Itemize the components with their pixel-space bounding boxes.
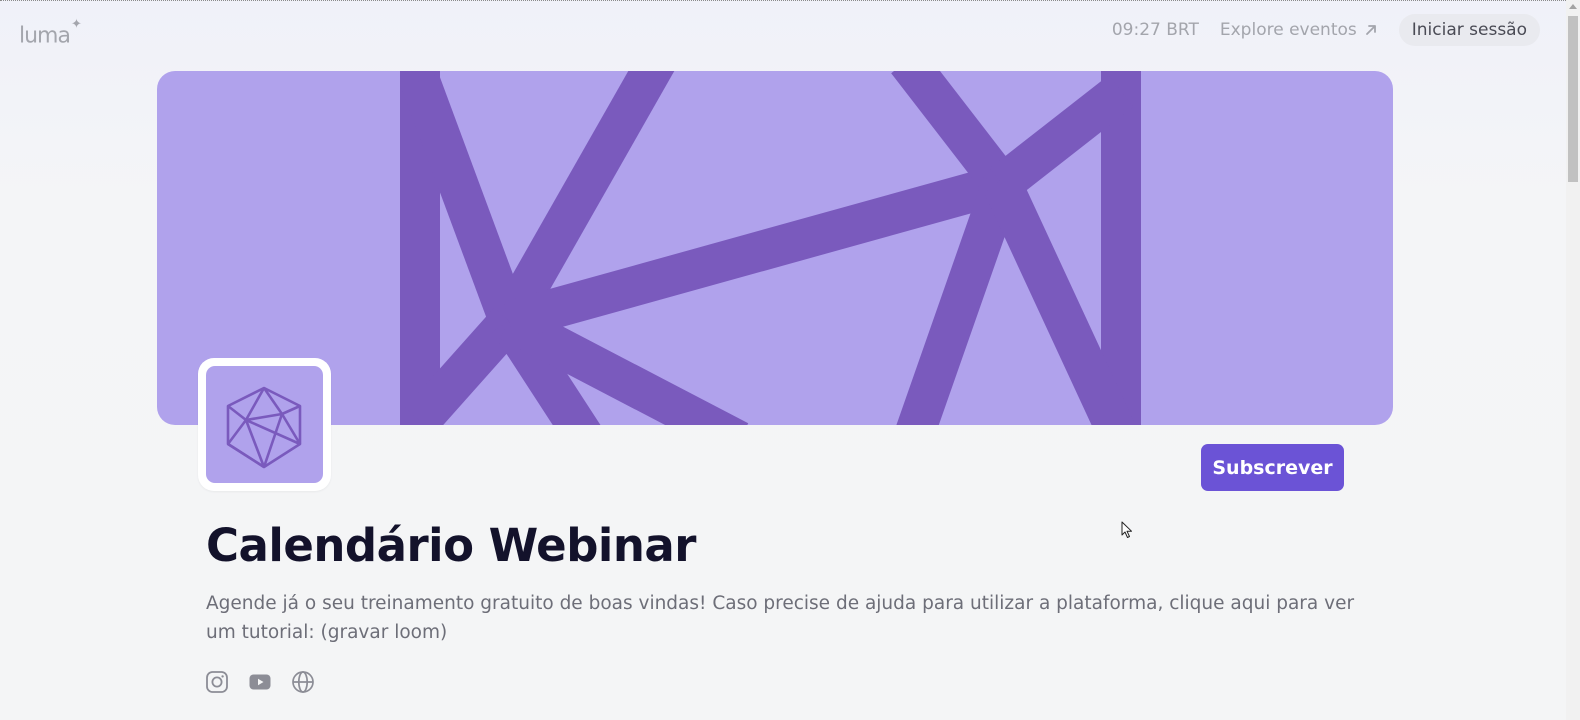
calendar-title: Calendário Webinar	[206, 519, 696, 572]
subscribe-button[interactable]: Subscrever	[1201, 444, 1344, 491]
icosahedron-icon	[226, 386, 302, 469]
cover-banner	[157, 71, 1393, 425]
explore-events-link[interactable]: Explore eventos	[1220, 20, 1377, 40]
youtube-icon[interactable]	[248, 670, 272, 694]
globe-icon[interactable]	[291, 670, 315, 694]
geometric-pattern	[400, 71, 1141, 425]
current-time: 09:27 BRT	[1111, 20, 1199, 40]
scrollbar-thumb[interactable]	[1568, 16, 1578, 182]
header-right: 09:27 BRT Explore eventos Iniciar sessão	[1112, 14, 1540, 46]
logo-sparkle-icon: ✦	[70, 17, 82, 32]
social-links	[205, 670, 315, 694]
calendar-avatar	[198, 358, 331, 491]
arrow-up-right-icon	[1365, 25, 1376, 35]
signin-button[interactable]: Iniciar sessão	[1398, 14, 1540, 46]
scrollbar[interactable]	[1566, 0, 1580, 720]
instagram-icon[interactable]	[205, 670, 229, 694]
calendar-description: Agende já o seu treinamento gratuito de …	[206, 593, 1355, 643]
top-border	[0, 0, 1566, 1]
avatar-background	[206, 366, 323, 483]
luma-logo[interactable]: luma✦	[19, 17, 82, 49]
scroll-up-arrow-icon[interactable]	[1569, 4, 1577, 9]
explore-events-label: Explore eventos	[1219, 20, 1357, 40]
mouse-cursor-icon	[1121, 521, 1132, 538]
logo-text: luma	[19, 23, 71, 49]
